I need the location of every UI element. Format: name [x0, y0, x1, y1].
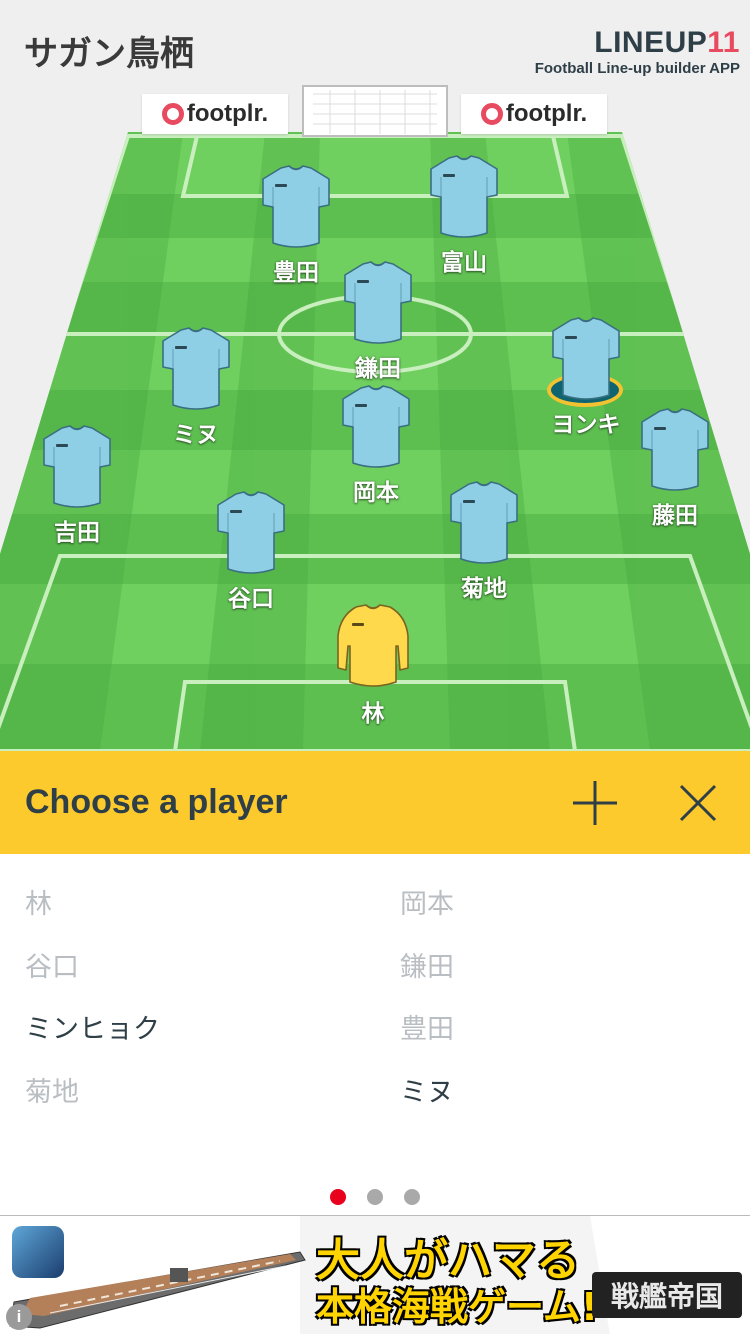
player-list-item[interactable]: ミヌ — [400, 1070, 454, 1109]
shirt-icon — [262, 165, 330, 248]
close-icon — [679, 784, 717, 822]
footplr-logo-icon — [480, 103, 503, 125]
brand-tagline: Football Line-up builder APP — [534, 60, 740, 77]
info-icon[interactable]: i — [6, 1304, 32, 1330]
sponsor-text: footplr. — [505, 100, 588, 127]
ad-banner[interactable]: 大人がハマる 本格海戦ゲーム! 戦艦帝国 i — [0, 1215, 750, 1334]
pitch-player[interactable]: 吉田 — [32, 423, 122, 546]
team-name[interactable]: サガン鳥栖 — [24, 26, 194, 75]
shirt-icon — [43, 425, 111, 508]
brand-number: 11 — [707, 26, 740, 59]
player-name: 岡本 — [353, 480, 399, 506]
player-name: 林 — [361, 701, 385, 727]
pitch-player[interactable]: 谷口 — [206, 489, 296, 612]
goal-net-icon — [302, 85, 448, 137]
page-dot[interactable] — [330, 1189, 346, 1205]
player-name: 豊田 — [273, 260, 319, 286]
game-app-icon — [12, 1226, 64, 1278]
brand-main: LINEUP — [594, 26, 708, 59]
choose-player-title: Choose a player — [25, 783, 288, 821]
player-list-item[interactable]: 豊田 — [400, 1007, 454, 1046]
player-name: 菊地 — [461, 576, 507, 602]
player-name: ヨンキ — [551, 412, 621, 438]
player-name: ミヌ — [173, 422, 219, 448]
player-name: 吉田 — [54, 520, 100, 546]
pitch-player[interactable]: 鎌田 — [333, 259, 423, 382]
player-name: 鎌田 — [355, 356, 401, 382]
pitch-player[interactable]: ミヌ — [151, 325, 241, 448]
player-list-item[interactable]: 鎌田 — [400, 945, 454, 984]
sponsor-text: footplr. — [186, 100, 269, 127]
pitch-player-selected[interactable]: ヨンキ — [541, 315, 631, 438]
shirt-icon — [344, 261, 412, 344]
choose-player-bar: Choose a player — [0, 751, 750, 854]
player-list-item[interactable]: 谷口 — [25, 945, 79, 984]
shirt-icon — [430, 155, 498, 238]
add-player-button[interactable] — [567, 775, 623, 831]
pitch-player[interactable]: 菊地 — [439, 479, 529, 602]
player-list-item[interactable]: ミンヒョク — [25, 1007, 160, 1046]
page-dot[interactable] — [367, 1189, 383, 1205]
shirt-icon — [342, 385, 410, 468]
player-list: 林 岡本 谷口 鎌田 ミンヒョク 豊田 菊地 ミヌ — [0, 854, 750, 1184]
pitch-player[interactable]: 藤田 — [630, 406, 720, 529]
page-dot[interactable] — [404, 1189, 420, 1205]
player-name: 藤田 — [652, 503, 698, 529]
pitch-player[interactable]: 岡本 — [331, 383, 421, 506]
shirt-icon — [162, 327, 230, 410]
player-list-item[interactable]: 林 — [25, 882, 52, 921]
sponsor-board-right: footplr. — [461, 94, 607, 134]
player-name: 富山 — [441, 250, 487, 276]
plus-icon — [573, 781, 617, 825]
shirt-icon — [641, 408, 709, 491]
pitch-player[interactable]: 富山 — [419, 153, 509, 276]
sponsor-board-left: footplr. — [142, 94, 288, 134]
player-name: 谷口 — [228, 586, 274, 612]
ad-game-logo: 戦艦帝国 — [592, 1272, 742, 1318]
close-chooser-button[interactable] — [670, 775, 726, 831]
lineup11-logo: LINEUP11 — [594, 26, 740, 60]
pitch-player[interactable]: 豊田 — [251, 163, 341, 286]
player-list-item[interactable]: 菊地 — [25, 1070, 79, 1109]
shirt-icon — [450, 481, 518, 564]
shirt-icon — [552, 317, 620, 400]
page-indicator — [0, 1189, 750, 1207]
pitch-player-goalkeeper[interactable]: 林 — [328, 602, 418, 727]
goalkeeper-shirt-icon — [337, 604, 409, 687]
footplr-logo-icon — [161, 103, 184, 125]
player-list-item[interactable]: 岡本 — [400, 882, 454, 921]
ad-subheadline: 本格海戦ゲーム! — [316, 1285, 599, 1329]
shirt-icon — [217, 491, 285, 574]
